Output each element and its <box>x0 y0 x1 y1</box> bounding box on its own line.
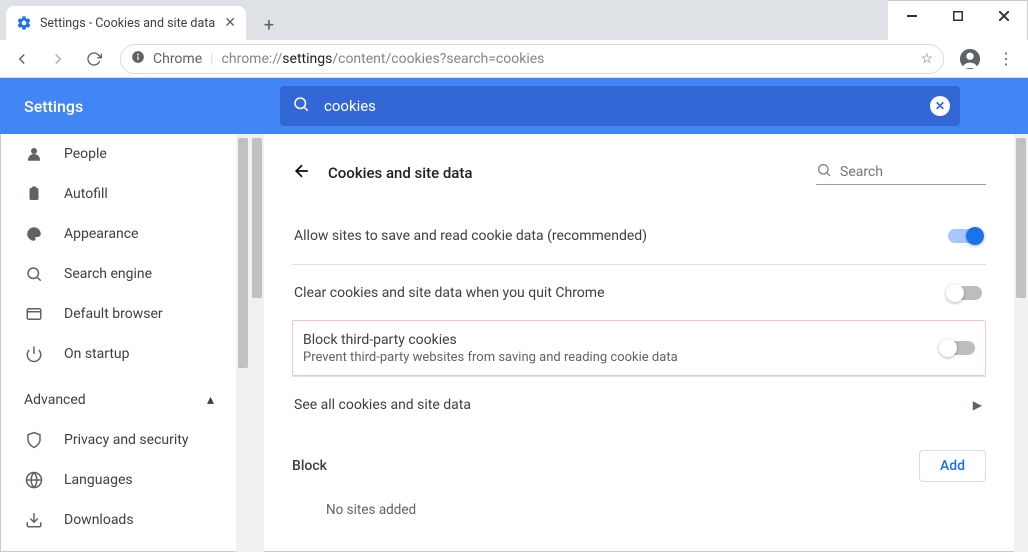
browser-tab[interactable]: Settings - Cookies and site data ✕ <box>6 6 246 40</box>
sidebar-item-label: Autofill <box>64 186 108 202</box>
chevron-up-icon: ▴ <box>207 392 214 408</box>
clipboard-icon <box>24 185 44 203</box>
sidebar-item-label: Search engine <box>64 266 152 282</box>
sidebar-item-label: Default browser <box>64 306 163 322</box>
row-subtitle: Prevent third-party websites from saving… <box>303 350 941 365</box>
back-button[interactable] <box>6 43 38 75</box>
main-scrollbar-left[interactable] <box>250 134 264 552</box>
chevron-right-icon: ▶ <box>973 398 982 412</box>
sidebar-item-on-startup[interactable]: On startup <box>0 334 238 374</box>
row-title: Clear cookies and site data when you qui… <box>294 285 948 301</box>
content-area: People Autofill Appearance Search engine… <box>0 134 1028 552</box>
sidebar-item-label: People <box>64 146 107 162</box>
main-panel: Cookies and site data Allow sites to sav… <box>264 134 1014 552</box>
profile-button[interactable] <box>954 43 986 75</box>
maximize-button[interactable] <box>935 1 981 31</box>
page-search-input[interactable] <box>840 164 960 180</box>
close-button[interactable] <box>981 1 1027 31</box>
main-scrollbar-right[interactable] <box>1014 134 1028 552</box>
add-block-button[interactable]: Add <box>919 450 986 482</box>
minimize-button[interactable] <box>889 1 935 31</box>
sidebar-item-label: Downloads <box>64 512 134 528</box>
sidebar-item-people[interactable]: People <box>0 134 238 174</box>
sidebar-item-autofill[interactable]: Autofill <box>0 174 238 214</box>
settings-header: Settings ✕ <box>0 78 1028 134</box>
row-title: See all cookies and site data <box>294 397 973 413</box>
person-icon <box>24 145 44 163</box>
palette-icon <box>24 225 44 243</box>
page-search[interactable] <box>816 160 986 185</box>
globe-icon <box>24 471 44 489</box>
settings-search[interactable]: ✕ <box>280 86 960 126</box>
toggle-block-third-party[interactable] <box>941 341 975 355</box>
url-chrome-label: Chrome <box>153 51 202 67</box>
site-info-icon[interactable] <box>131 50 145 68</box>
back-icon[interactable] <box>292 161 312 185</box>
search-icon <box>292 95 310 117</box>
settings-title: Settings <box>0 97 280 116</box>
settings-search-input[interactable] <box>324 97 948 115</box>
advanced-label: Advanced <box>24 392 86 408</box>
address-bar[interactable]: Chrome | chrome://settings/content/cooki… <box>120 44 944 74</box>
block-empty-text: No sites added <box>292 482 986 518</box>
sidebar-item-downloads[interactable]: Downloads <box>0 500 238 540</box>
tab-close-icon[interactable]: ✕ <box>224 15 236 31</box>
url-scheme: chrome:// <box>222 51 283 67</box>
kebab-menu-button[interactable]: ⋮ <box>990 43 1022 75</box>
toggle-clear-on-exit[interactable] <box>948 286 982 300</box>
bookmark-icon[interactable]: ☆ <box>920 51 933 67</box>
browser-toolbar: Chrome | chrome://settings/content/cooki… <box>0 40 1028 78</box>
sidebar-item-label: Appearance <box>64 226 138 242</box>
row-see-all-cookies[interactable]: See all cookies and site data ▶ <box>292 376 986 432</box>
block-label: Block <box>292 458 919 474</box>
sidebar-item-appearance[interactable]: Appearance <box>0 214 238 254</box>
reload-button[interactable] <box>78 43 110 75</box>
row-clear-on-exit: Clear cookies and site data when you qui… <box>292 264 986 320</box>
sidebar: People Autofill Appearance Search engine… <box>0 134 238 552</box>
sidebar-item-search-engine[interactable]: Search engine <box>0 254 238 294</box>
clear-search-icon[interactable]: ✕ <box>930 96 950 116</box>
tab-title: Settings - Cookies and site data <box>40 16 215 31</box>
sidebar-advanced-toggle[interactable]: Advanced ▴ <box>0 380 238 420</box>
gear-icon <box>16 15 32 31</box>
browser-icon <box>24 305 44 323</box>
sidebar-item-languages[interactable]: Languages <box>0 460 238 500</box>
toggle-allow-cookies[interactable] <box>948 229 982 243</box>
row-title: Block third-party cookies <box>303 332 941 348</box>
search-icon <box>816 162 832 182</box>
page-title: Cookies and site data <box>328 164 800 182</box>
block-section-header: Block Add <box>292 450 986 482</box>
search-icon <box>24 265 44 283</box>
new-tab-button[interactable]: + <box>254 10 284 40</box>
row-title: Allow sites to save and read cookie data… <box>294 228 948 244</box>
url-host: settings <box>282 51 332 67</box>
sidebar-item-default-browser[interactable]: Default browser <box>0 294 238 334</box>
sidebar-item-privacy[interactable]: Privacy and security <box>0 420 238 460</box>
url-path: /content/cookies?search=cookies <box>332 51 544 67</box>
tab-strip: Settings - Cookies and site data ✕ + <box>0 0 888 40</box>
power-icon <box>24 345 44 363</box>
sidebar-scrollbar[interactable] <box>236 134 250 552</box>
sidebar-item-label: Privacy and security <box>64 432 188 448</box>
row-block-third-party: Block third-party cookies Prevent third-… <box>292 320 986 376</box>
shield-icon <box>24 431 44 449</box>
download-icon <box>24 511 44 529</box>
row-allow-cookies: Allow sites to save and read cookie data… <box>292 208 986 264</box>
forward-button[interactable] <box>42 43 74 75</box>
sidebar-item-label: On startup <box>64 346 130 362</box>
sidebar-item-label: Languages <box>64 472 133 488</box>
